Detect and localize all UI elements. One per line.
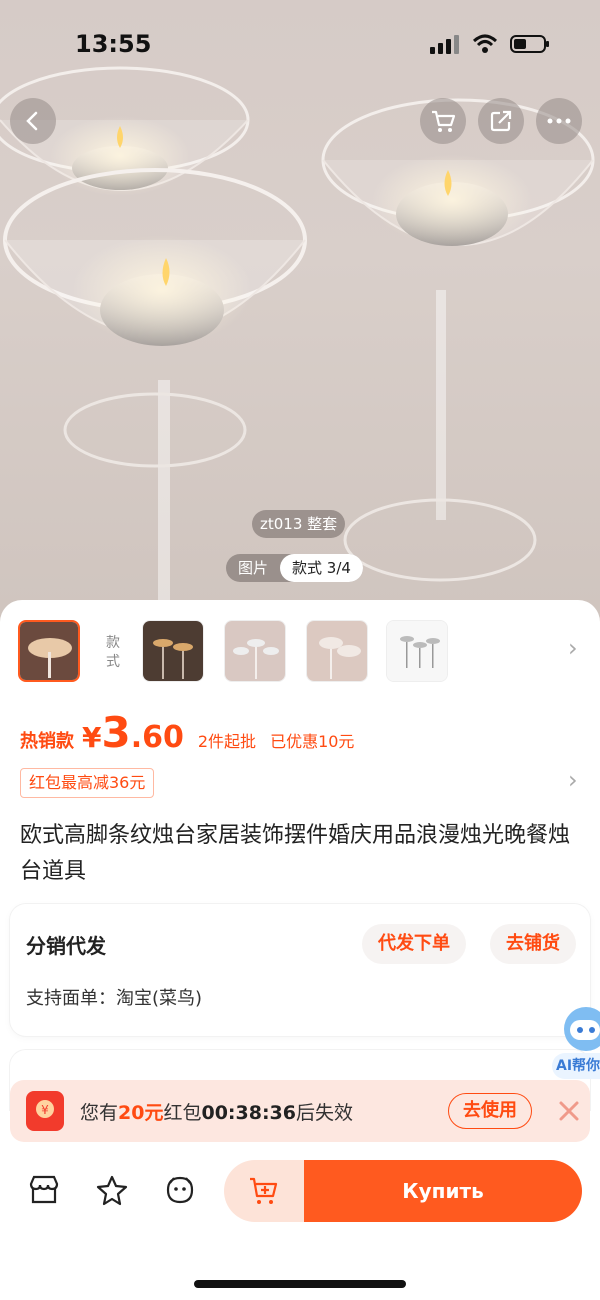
wifi-icon xyxy=(472,34,498,53)
status-time: 13:55 xyxy=(75,30,152,58)
customer-service-icon xyxy=(166,1176,194,1204)
ai-helper-button[interactable]: AI帮你 xyxy=(552,1003,600,1079)
add-to-cart-icon xyxy=(250,1177,278,1204)
variant-thumb[interactable] xyxy=(18,620,80,682)
distribution-title: 分销代发 xyxy=(26,934,106,958)
home-indicator xyxy=(194,1280,406,1288)
more-icon xyxy=(547,118,571,124)
variant-thumb[interactable] xyxy=(224,620,286,682)
back-icon xyxy=(26,111,38,131)
share-icon xyxy=(490,110,512,132)
favorite-button[interactable] xyxy=(92,1170,132,1210)
status-icons xyxy=(430,34,550,54)
variant-thumbnails: 款式 › xyxy=(18,620,588,686)
buy-button[interactable]: Купить xyxy=(304,1160,582,1222)
waybill-support-text: 支持面单：淘宝(菜鸟) xyxy=(26,988,203,1009)
store-button[interactable] xyxy=(24,1170,64,1210)
rp-countdown: 00:38:36 xyxy=(201,1102,297,1124)
favorite-icon xyxy=(96,1175,128,1206)
rp-middle: 红包 xyxy=(163,1102,202,1124)
rp-amount: 20元 xyxy=(118,1102,164,1124)
status-bar: 13:55 xyxy=(0,0,600,90)
bottom-action-bar: Купить xyxy=(0,1144,600,1300)
dropship-order-button[interactable]: 代发下单 xyxy=(362,924,466,964)
price-decimal: .60 xyxy=(130,720,184,755)
red-packet-icon: ¥ xyxy=(26,1091,64,1131)
view-toggle[interactable]: 图片 款式 3/4 xyxy=(226,554,363,582)
red-packet-banner: ¥ 您有20元红包00:38:36后失效 去使用 xyxy=(10,1080,590,1142)
signal-icon xyxy=(430,35,459,54)
battery-icon xyxy=(510,35,549,53)
ai-helper-label: AI帮你 xyxy=(552,1053,600,1079)
product-title: 欧式高脚条纹烛台家居装饰摆件婚庆用品浪漫烛光晚餐烛台道具 xyxy=(20,823,571,884)
variant-thumb[interactable] xyxy=(142,620,204,682)
share-button[interactable] xyxy=(478,98,524,144)
variant-thumb[interactable] xyxy=(386,620,448,682)
red-packet-message: 您有20元红包00:38:36后失效 xyxy=(80,1098,353,1125)
rp-prefix: 您有 xyxy=(80,1102,119,1124)
chevron-right-icon[interactable]: › xyxy=(568,634,578,662)
close-icon[interactable] xyxy=(554,1096,584,1126)
coupon-tag[interactable]: 红包最高减36元 xyxy=(20,768,155,798)
cart-icon xyxy=(432,110,456,132)
rp-suffix: 后失效 xyxy=(296,1102,354,1124)
price-row: 热销款 ¥ 3 .60 2件起批 已优惠10元 xyxy=(20,708,368,758)
hot-sale-label: 热销款 xyxy=(20,731,74,752)
store-icon xyxy=(29,1175,59,1204)
variant-thumb[interactable] xyxy=(306,620,368,682)
list-to-store-button[interactable]: 去铺货 xyxy=(490,924,576,964)
chevron-right-icon[interactable]: › xyxy=(568,766,578,794)
product-photo xyxy=(0,66,595,600)
more-button[interactable] xyxy=(536,98,582,144)
variant-section-label: 款式 xyxy=(106,635,120,670)
min-order-text: 2件起批 xyxy=(197,732,257,751)
variant-caption: zt013 整套 xyxy=(252,510,346,538)
add-to-cart-button[interactable] xyxy=(224,1160,304,1222)
ai-robot-icon xyxy=(564,1007,600,1051)
cart-button[interactable] xyxy=(420,98,466,144)
price-currency: ¥ xyxy=(82,721,102,754)
back-button[interactable] xyxy=(10,98,56,144)
distribution-card: 分销代发 代发下单 去铺货 支持面单：淘宝(菜鸟) xyxy=(10,904,590,1036)
svg-text:¥: ¥ xyxy=(41,1103,49,1117)
discount-text: 已优惠10元 xyxy=(270,732,355,751)
tab-images[interactable]: 图片 xyxy=(226,554,280,582)
product-image-gallery[interactable]: 13:55 zt013 整套 图片 款式 3/4 xyxy=(0,0,600,640)
tab-styles[interactable]: 款式 3/4 xyxy=(280,554,363,582)
customer-service-button[interactable] xyxy=(160,1170,200,1210)
price-integer: 3 xyxy=(101,708,131,757)
use-red-packet-button[interactable]: 去使用 xyxy=(448,1093,532,1129)
